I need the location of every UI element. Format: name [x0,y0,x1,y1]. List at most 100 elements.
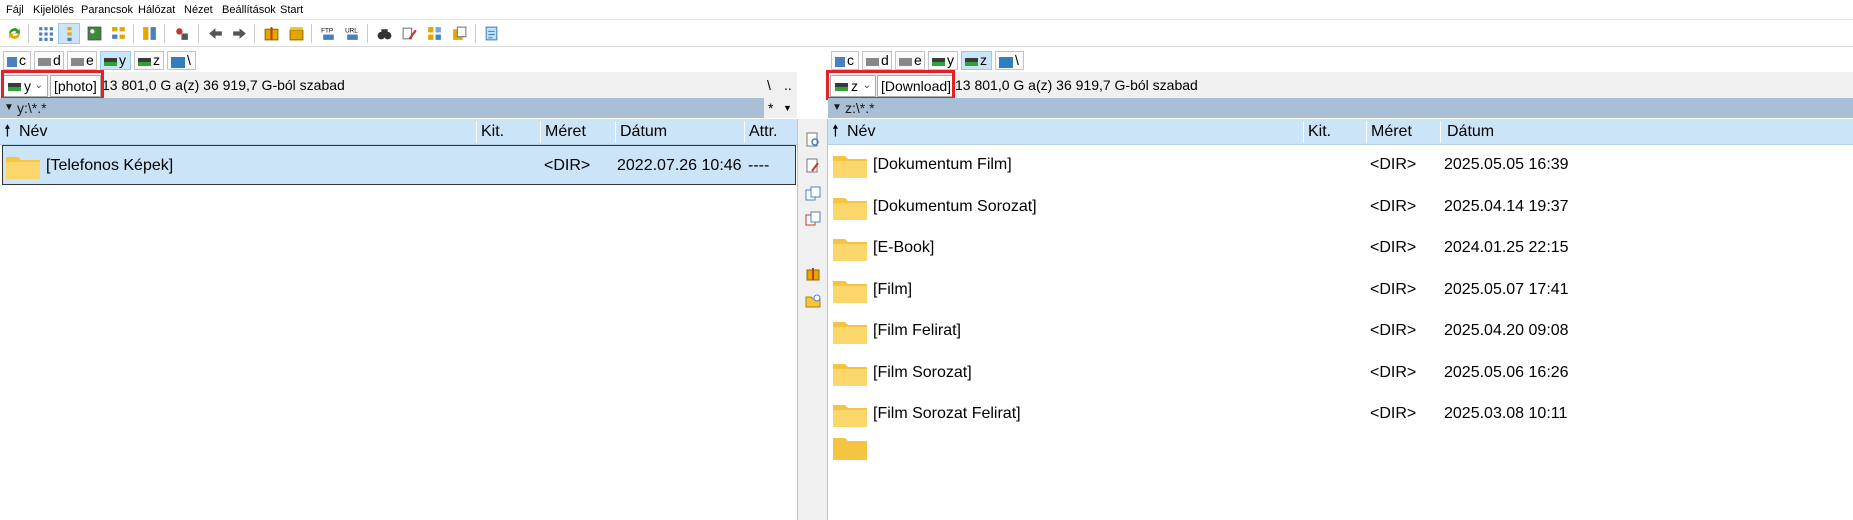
list-item[interactable]: [Dokumentum Film] <DIR> 2025.05.05 16:39 [828,145,1853,185]
thumbnail-view-icon[interactable] [83,23,105,44]
view-icon[interactable] [805,132,821,148]
drive-button-network[interactable]: \ [995,51,1024,70]
compare-dirs-icon[interactable] [138,23,160,44]
left-root-button[interactable]: \ [767,77,771,93]
column-date[interactable]: Dátum [1447,119,1494,145]
toolbar: FTP URL [0,20,1853,47]
notepad-icon[interactable] [480,23,502,44]
highlight-box [826,70,955,100]
drive-button-c[interactable]: c [831,51,859,70]
list-item[interactable]: [Telefonos Képek] <DIR> 2022.07.26 10:46… [2,145,796,185]
triangle-down-icon: ▼ [832,102,842,113]
triangle-down-icon: ▼ [4,102,14,113]
menu-commands[interactable]: Parancsok [81,4,133,16]
copy-names-icon[interactable] [448,23,470,44]
copy-icon[interactable] [805,186,821,202]
left-path-bar: y ⌄ [photo] 13 801,0 G a(z) 36 919,7 G-bó… [0,72,797,98]
folder-icon [833,197,867,220]
column-ext[interactable]: Kit. [1308,119,1331,145]
list-item[interactable]: [E-Book] <DIR> 2024.01.25 22:15 [828,228,1853,268]
icons-view-icon[interactable] [34,23,56,44]
drive-button-network[interactable]: \ [167,51,196,70]
move-icon[interactable] [805,211,821,227]
forward-icon[interactable] [228,23,250,44]
multi-rename-icon[interactable] [398,23,420,44]
tree-view-icon[interactable] [107,23,129,44]
drive-button-z[interactable]: z [134,51,164,70]
left-drive-bar: c d e y z \ [0,48,797,72]
folder-icon [833,405,867,427]
menu-network[interactable]: Hálózat [138,4,175,16]
drive-icon [71,58,84,67]
right-path-bar: z ⌄ [Download] 13 801,0 G a(z) 36 919,7 G… [828,72,1853,98]
unpack-icon[interactable] [285,23,307,44]
list-item[interactable]: [Film Sorozat Felirat] <DIR> 2025.03.08 … [828,394,1853,434]
column-attr[interactable]: Attr. [749,119,777,145]
folder-icon [833,239,867,261]
search-icon[interactable] [373,23,395,44]
column-name[interactable]: Név [847,119,875,145]
column-size[interactable]: Méret [1371,119,1412,145]
left-history-button[interactable]: * ▼ [764,98,797,118]
left-path-filter[interactable]: ▼ y:\*.* [0,98,764,118]
column-ext[interactable]: Kit. [481,119,504,145]
right-file-list: [Dokumentum Film] <DIR> 2025.05.05 16:39… [828,145,1853,520]
column-size[interactable]: Méret [545,119,586,145]
folder-icon [833,438,867,460]
drive-button-e[interactable]: e [67,51,97,70]
folder-icon [833,363,867,386]
folder-icon [833,322,867,344]
drive-button-c[interactable]: c [3,51,31,70]
folder-icon [6,157,40,179]
drive-button-y[interactable]: y [928,51,958,70]
menu-start[interactable]: Start [280,4,303,16]
svg-text:URL: URL [345,27,358,34]
back-icon[interactable] [204,23,226,44]
right-column-header: 🠕 Név Kit. Méret Dátum [828,119,1853,145]
network-drive-icon [138,58,151,67]
left-up-button[interactable]: .. [784,77,792,93]
menu-file[interactable]: Fájl [6,4,24,16]
folder-icon [833,156,867,178]
list-view-icon[interactable] [58,23,80,44]
drive-button-y[interactable]: y [100,51,131,70]
menu-select[interactable]: Kijelölés [33,4,74,16]
drive-icon [899,58,912,67]
sync-dirs-icon[interactable] [170,23,192,44]
url-icon[interactable]: URL [341,23,363,44]
list-item[interactable]: [Film Sorozat] <DIR> 2025.05.06 16:26 [828,353,1853,393]
right-drive-bar: c d e y z \ [828,48,1853,72]
sync-icon[interactable] [423,23,445,44]
pack-icon[interactable] [260,23,282,44]
left-free-space: 13 801,0 G a(z) 36 919,7 G-ból szabad [102,77,345,93]
list-item[interactable]: [Film] <DIR> 2025.05.07 17:41 [828,270,1853,310]
new-folder-icon[interactable] [805,293,821,309]
drive-icon [38,58,51,67]
pack-icon[interactable] [805,266,821,282]
windows-drive-icon [7,57,17,68]
drive-button-d[interactable]: d [862,51,892,70]
sort-up-icon: 🠕 [4,123,11,140]
left-column-header: 🠕 Név Kit. Méret Dátum Attr. [0,119,797,145]
ftp-icon[interactable]: FTP [317,23,339,44]
network-drive-icon [104,58,117,67]
refresh-icon[interactable] [3,23,25,44]
middle-button-bar [797,119,828,520]
list-item[interactable]: [Film Felirat] <DIR> 2025.04.20 09:08 [828,311,1853,351]
right-free-space: 13 801,0 G a(z) 36 919,7 G-ból szabad [955,77,1198,93]
edit-icon[interactable] [805,158,821,174]
drive-button-d[interactable]: d [34,51,64,70]
folder-icon [833,280,867,303]
drive-button-z[interactable]: z [961,51,992,70]
drive-button-e[interactable]: e [895,51,925,70]
menu-bar: Fájl Kijelölés Parancsok Hálózat Nézet B… [0,0,1853,20]
list-item[interactable]: [Dokumentum Sorozat] <DIR> 2025.04.14 19… [828,187,1853,227]
column-name[interactable]: Név [19,119,47,145]
menu-settings[interactable]: Beállítások [222,4,276,16]
left-file-list: [Telefonos Képek] <DIR> 2022.07.26 10:46… [0,145,797,520]
menu-view[interactable]: Nézet [184,4,213,16]
sort-up-icon: 🠕 [832,123,839,140]
right-path-filter[interactable]: ▼ z:\*.* [828,98,1853,118]
highlight-box [1,70,104,100]
column-date[interactable]: Dátum [620,119,667,145]
